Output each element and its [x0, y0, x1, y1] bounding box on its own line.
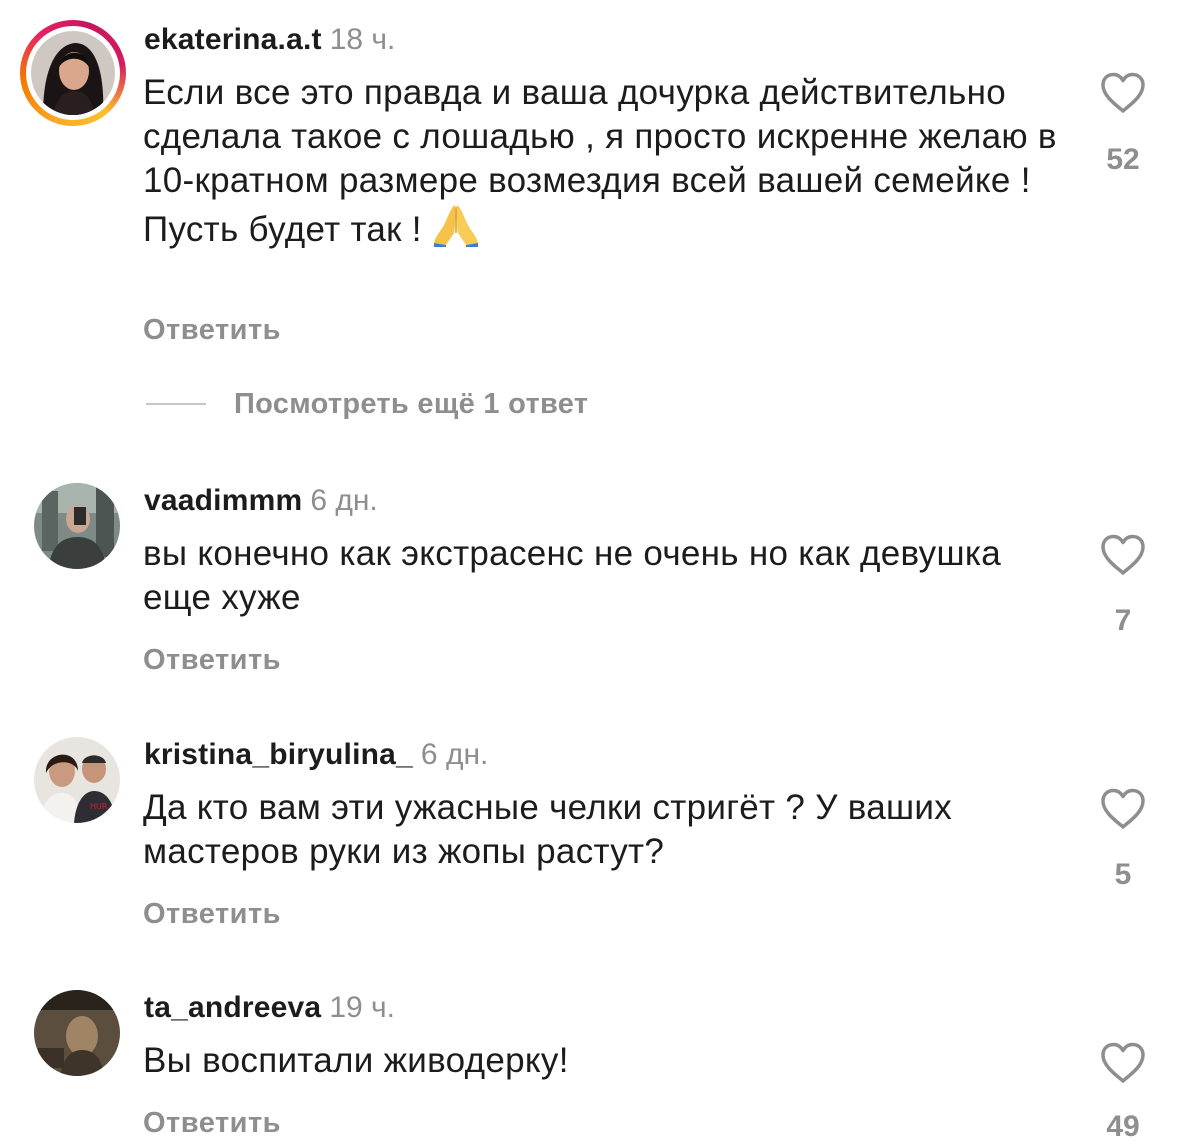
avatar[interactable]: HUR [34, 737, 120, 823]
username[interactable]: ta_andreeva [144, 991, 321, 1024]
heart-outline-icon [1101, 534, 1145, 575]
reply-button[interactable]: Ответить [143, 1105, 281, 1141]
comment-text: вы конечно как экстрасенс не очень но ка… [143, 534, 1001, 617]
story-ring[interactable] [20, 20, 126, 126]
folded-hands-emoji [432, 203, 480, 258]
timestamp: 6 дн. [310, 484, 378, 517]
comment-header: kristina_biryulina_ 6 дн. [144, 737, 488, 773]
timestamp: 6 дн. [420, 738, 489, 771]
timestamp: 18 ч. [329, 23, 396, 56]
like-count: 7 [1114, 604, 1132, 637]
avatar[interactable] [31, 31, 115, 115]
reply-button[interactable]: Ответить [143, 896, 281, 932]
comment-text: Вы воспитали живодерку! [143, 1041, 569, 1080]
like-count: 52 [1106, 143, 1140, 176]
like-count: 49 [1106, 1110, 1140, 1143]
reply-button[interactable]: Ответить [143, 642, 281, 678]
divider [146, 403, 206, 405]
heart-outline-icon [1101, 1042, 1145, 1083]
svg-text:HUR: HUR [90, 802, 108, 811]
heart-outline-icon [1101, 72, 1145, 113]
like-count: 5 [1114, 858, 1132, 891]
avatar[interactable] [34, 483, 120, 569]
view-replies-label: Посмотреть ещё 1 ответ [234, 387, 589, 420]
like-button[interactable] [1098, 1042, 1148, 1084]
like-button[interactable] [1098, 72, 1148, 114]
timestamp: 19 ч. [329, 991, 395, 1024]
comment-header: vaadimmm 6 дн. [144, 483, 378, 519]
comment-text: Если все это правда и ваша дочурка дейст… [143, 71, 1073, 258]
reply-button[interactable]: Ответить [143, 312, 281, 348]
comment-text: Да кто вам эти ужасные челки стригёт ? У… [143, 788, 953, 871]
like-button[interactable] [1098, 534, 1148, 576]
avatar[interactable] [34, 990, 120, 1076]
comment-header: ekaterina.a.t 18 ч. [144, 22, 395, 58]
like-button[interactable] [1098, 788, 1148, 830]
comment-header: ta_andreeva 19 ч. [144, 990, 395, 1026]
username[interactable]: kristina_biryulina_ [144, 738, 413, 771]
username[interactable]: vaadimmm [144, 484, 302, 517]
username[interactable]: ekaterina.a.t [144, 23, 322, 56]
comment-text-body: Если все это правда и ваша дочурка дейст… [143, 73, 1057, 249]
view-replies-button[interactable]: Посмотреть ещё 1 ответ [146, 384, 588, 424]
heart-outline-icon [1101, 788, 1145, 829]
